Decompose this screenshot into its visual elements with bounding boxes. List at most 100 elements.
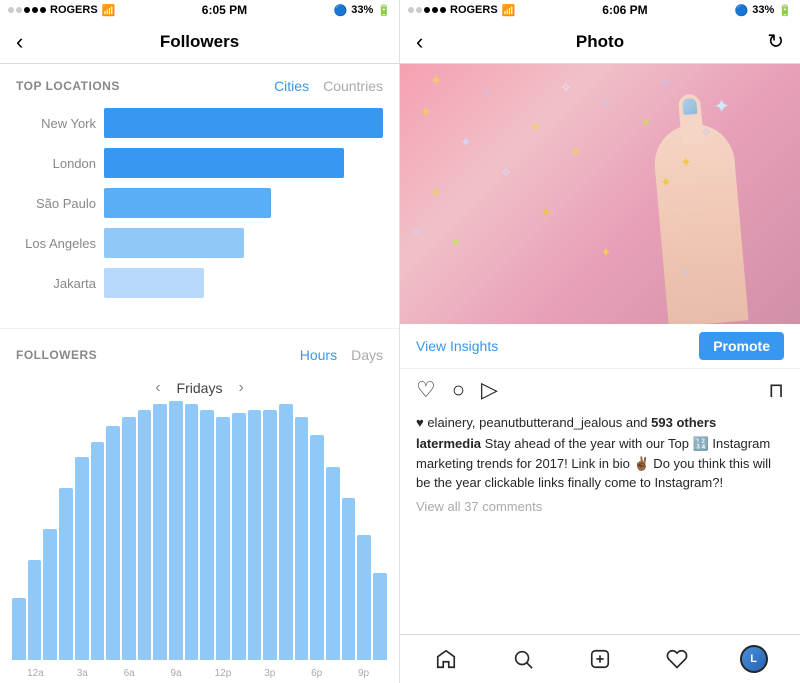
star-5: ✦ (460, 134, 472, 151)
post-icons-bar: ♡ ○ ▷ ⊓ (400, 369, 800, 411)
star-8: ✦ (640, 114, 652, 131)
tab-cities[interactable]: Cities (274, 78, 309, 94)
share-button[interactable]: ▷ (481, 377, 498, 403)
wifi-icon-right: 📶 (502, 4, 516, 17)
nail-decoration (682, 98, 697, 115)
next-day-button[interactable]: › (238, 379, 243, 397)
battery-right: 33% (752, 4, 774, 16)
time-label-4: 12p (200, 668, 247, 679)
comment-button[interactable]: ○ (452, 377, 465, 403)
time-label-3: 9a (153, 668, 200, 679)
likes-count: 593 others (651, 415, 716, 430)
followers-section: FOLLOWERS Hours Days ‹ Fridays › 12a3a6a… (0, 333, 399, 683)
left-status-bar: ROGERS 📶 6:05 PM 🔵 33% 🔋 (0, 0, 399, 20)
hours-chart (0, 401, 399, 668)
bar-track-0 (104, 108, 383, 138)
bar-row-3: Los Angeles (16, 228, 383, 258)
location-tabs: Cities Countries (274, 78, 383, 94)
hour-bar-20 (326, 467, 340, 660)
hour-bar-4 (75, 457, 89, 660)
star-18: ✦ (660, 174, 672, 191)
post-content: ♥ elainery, peanutbutterand_jealous and … (400, 411, 800, 634)
nav-profile[interactable]: L (732, 637, 776, 681)
hour-bar-7 (122, 417, 136, 660)
hour-bar-0 (12, 598, 26, 660)
star-13: ✧ (700, 124, 712, 141)
right-nav-bar: ‹ Photo ↻ (400, 20, 800, 64)
likes-line: ♥ elainery, peanutbutterand_jealous and … (416, 415, 784, 430)
status-right-right: 🔵 33% 🔋 (735, 4, 792, 17)
refresh-button[interactable]: ↻ (767, 29, 784, 54)
page-title-photo: Photo (576, 32, 624, 52)
star-14: ✦ (540, 204, 552, 221)
sparkle-icon: ✦ (713, 94, 730, 119)
like-button[interactable]: ♡ (416, 377, 436, 403)
view-insights-button[interactable]: View Insights (416, 338, 498, 354)
time-label-0: 12a (12, 668, 59, 679)
status-right: 🔵 33% 🔋 (334, 4, 391, 17)
time-tabs: Hours Days (300, 347, 383, 363)
tab-countries[interactable]: Countries (323, 78, 383, 94)
star-1: ✧ (480, 84, 492, 101)
hour-bar-13 (216, 417, 230, 660)
hour-bar-3 (59, 488, 73, 660)
battery-icon-left: 🔋 (377, 4, 391, 17)
star-2: ✦ (420, 104, 432, 121)
hour-bar-12 (200, 410, 214, 660)
star-9: ✧ (660, 74, 672, 91)
bluetooth-icon: 🔵 (334, 4, 348, 17)
status-left: ROGERS 📶 (8, 4, 115, 17)
promote-button[interactable]: Promote (699, 332, 784, 360)
bar-fill-0 (104, 108, 383, 138)
bar-track-4 (104, 268, 383, 298)
left-panel: ROGERS 📶 6:05 PM 🔵 33% 🔋 ‹ Followers TOP… (0, 0, 400, 683)
signal-dot-2 (16, 7, 22, 13)
star-3: ✦ (530, 119, 542, 136)
current-day-label: Fridays (177, 380, 223, 396)
nav-likes[interactable] (655, 637, 699, 681)
top-locations-label: TOP LOCATIONS (16, 79, 120, 93)
left-nav-bar: ‹ Followers (0, 20, 399, 64)
wifi-icon: 📶 (102, 4, 116, 17)
hour-bar-2 (43, 529, 57, 660)
top-locations-header: TOP LOCATIONS Cities Countries (0, 64, 399, 102)
star-4: ✧ (560, 79, 572, 96)
bar-fill-2 (104, 188, 271, 218)
signal-dots-right (408, 7, 446, 13)
tab-days[interactable]: Days (351, 347, 383, 363)
right-status-bar: ROGERS 📶 6:06 PM 🔵 33% 🔋 (400, 0, 800, 20)
hour-bar-6 (106, 426, 120, 660)
nav-search[interactable] (501, 637, 545, 681)
star-10: ✦ (680, 154, 692, 171)
signal-dot-1 (8, 7, 14, 13)
bar-track-2 (104, 188, 383, 218)
time-label-1: 3a (59, 668, 106, 679)
hour-bar-15 (248, 410, 262, 660)
hour-bar-10 (169, 401, 183, 660)
hour-bar-23 (373, 573, 387, 660)
back-button-left[interactable]: ‹ (16, 29, 23, 55)
view-comments-button[interactable]: View all 37 comments (416, 499, 784, 514)
hour-bar-9 (153, 404, 167, 660)
star-16: ✦ (600, 244, 612, 261)
tab-hours[interactable]: Hours (300, 347, 337, 363)
hour-bar-14 (232, 413, 246, 660)
followers-header: FOLLOWERS Hours Days (0, 333, 399, 371)
time-left: 6:05 PM (202, 3, 247, 17)
nav-home[interactable] (424, 637, 468, 681)
prev-day-button[interactable]: ‹ (155, 379, 160, 397)
nav-add[interactable] (578, 637, 622, 681)
bar-track-1 (104, 148, 383, 178)
hour-bar-22 (357, 535, 371, 660)
bar-label-4: Jakarta (16, 276, 96, 291)
post-username[interactable]: latermedia (416, 436, 481, 451)
day-navigator: ‹ Fridays › (0, 371, 399, 401)
bookmark-button[interactable]: ⊓ (768, 378, 784, 403)
signal-dot-r3 (424, 7, 430, 13)
hour-bar-11 (185, 404, 199, 660)
time-label-5: 3p (246, 668, 293, 679)
back-button-right[interactable]: ‹ (416, 29, 423, 55)
post-photo: ✦ ✦✧✦✦✧✦✧✦✦✧✦✧✦✧✦✧✦✧✦✦ (400, 64, 800, 324)
bar-track-3 (104, 228, 383, 258)
signal-dot-r1 (408, 7, 414, 13)
